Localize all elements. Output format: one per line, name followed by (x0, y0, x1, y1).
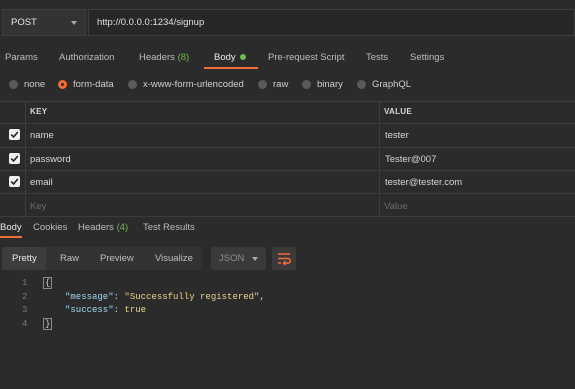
radio-raw[interactable]: raw (258, 79, 288, 90)
url-text: http://0.0.0.0:1234/signup (97, 17, 205, 28)
table-col-divider (379, 101, 380, 216)
tab-label: Params (5, 52, 38, 63)
table-row-divider (0, 123, 575, 124)
table-row-divider (0, 170, 575, 171)
response-tab-test-results[interactable]: Test Results (143, 222, 195, 233)
radio-x-www-form-urlencoded[interactable]: x-www-form-urlencoded (128, 79, 244, 90)
new-value-input[interactable]: Value (384, 201, 408, 212)
radio-label: x-www-form-urlencoded (143, 79, 244, 90)
tab-count: (8) (177, 52, 190, 63)
code-line-4: } (43, 318, 53, 330)
view-raw-button[interactable]: Raw (60, 253, 79, 264)
tab-label: Settings (410, 52, 445, 63)
tab-label: Body (0, 222, 22, 233)
tab-params[interactable]: Params (5, 52, 38, 63)
comma: , (259, 292, 265, 302)
open-brace: { (43, 277, 53, 289)
method-label: POST (11, 17, 37, 28)
view-visualize-button[interactable]: Visualize (155, 253, 193, 264)
format-label: JSON (219, 253, 245, 264)
checkbox-icon[interactable] (9, 153, 20, 164)
colon: : (113, 292, 125, 302)
line-number: 4 (22, 319, 28, 329)
tab-label: Cookies (33, 222, 68, 233)
radio-label: binary (317, 79, 343, 90)
table-cell-key[interactable]: email (30, 177, 53, 188)
new-key-input[interactable]: Key (30, 201, 46, 212)
radio-binary[interactable]: binary (302, 79, 343, 90)
response-tab-cookies[interactable]: Cookies (33, 222, 67, 233)
tab-authorization[interactable]: Authorization (59, 52, 114, 63)
line-number: 1 (22, 278, 28, 288)
checkbox-icon[interactable] (9, 129, 20, 140)
table-cell-value[interactable]: tester (385, 130, 409, 141)
radio-icon (9, 80, 18, 89)
checkbox-icon[interactable] (9, 176, 20, 187)
tab-label: Headers (78, 222, 114, 233)
radio-icon (302, 80, 311, 89)
json-key: "success" (65, 305, 114, 315)
close-brace: } (43, 318, 53, 330)
url-input[interactable]: http://0.0.0.0:1234/signup (88, 9, 575, 36)
tab-label: Test Results (143, 222, 195, 233)
radio-icon (258, 80, 267, 89)
tab-pre-request-script[interactable]: Pre-request Script (268, 52, 345, 63)
radio-icon (128, 80, 137, 89)
code-line-1: { (43, 277, 53, 289)
response-tab-body[interactable]: Body (0, 222, 22, 233)
tab-label: Pre-request Script (268, 52, 345, 63)
radio-label: form-data (73, 79, 114, 90)
table-top-border (0, 101, 575, 102)
line-number: 2 (22, 292, 28, 302)
view-pretty-button[interactable]: Pretty (12, 253, 37, 264)
column-header-value: VALUE (384, 107, 413, 116)
column-header-key: KEY (30, 107, 48, 116)
radio-graphql[interactable]: GraphQL (357, 79, 411, 90)
radio-none[interactable]: none (9, 79, 45, 90)
radio-form-data[interactable]: form-data (58, 79, 114, 90)
radio-label: none (24, 79, 46, 90)
table-cell-key[interactable]: password (30, 154, 71, 165)
line-number: 3 (22, 305, 28, 315)
table-row-divider (0, 193, 575, 194)
wrap-lines-button[interactable] (272, 247, 296, 270)
method-select[interactable]: POST (2, 9, 86, 36)
chevron-down-icon (252, 256, 258, 261)
table-col-divider (25, 101, 26, 216)
table-cell-key[interactable]: name (30, 130, 54, 141)
table-cell-value[interactable]: tester@tester.com (385, 177, 462, 188)
tab-label: Authorization (59, 52, 115, 63)
tab-settings[interactable]: Settings (410, 52, 444, 63)
view-preview-button[interactable]: Preview (100, 253, 134, 264)
tab-headers[interactable]: Headers (8) (139, 52, 189, 63)
response-tab-headers[interactable]: Headers (4) (78, 222, 128, 233)
tab-tests[interactable]: Tests (366, 52, 388, 63)
tab-label: Tests (366, 52, 389, 63)
tab-label: Body (214, 52, 236, 63)
table-row-divider (0, 147, 575, 148)
radio-icon (357, 80, 366, 89)
tab-label: Headers (139, 52, 175, 63)
colon: : (113, 305, 125, 315)
active-tab-indicator (0, 236, 22, 238)
json-bool-value: true (124, 305, 147, 315)
active-tab-indicator (204, 67, 258, 69)
format-select[interactable]: JSON (211, 247, 266, 270)
table-cell-value[interactable]: Tester@007 (385, 154, 436, 165)
radio-selected-icon (58, 80, 67, 89)
status-dot-icon (239, 54, 246, 61)
table-bottom-border (0, 216, 575, 217)
tab-body[interactable]: Body (214, 52, 246, 63)
json-key: "message" (65, 292, 114, 302)
json-string-value: "Successfully registered" (124, 292, 260, 302)
code-line-3: "success": true (65, 305, 146, 315)
radio-label: GraphQL (372, 79, 412, 90)
wrap-lines-icon (278, 253, 292, 266)
chevron-down-icon (71, 20, 77, 25)
tab-count: (4) (116, 222, 129, 233)
code-line-2: "message": "Successfully registered", (65, 292, 265, 302)
radio-label: raw (273, 79, 289, 90)
